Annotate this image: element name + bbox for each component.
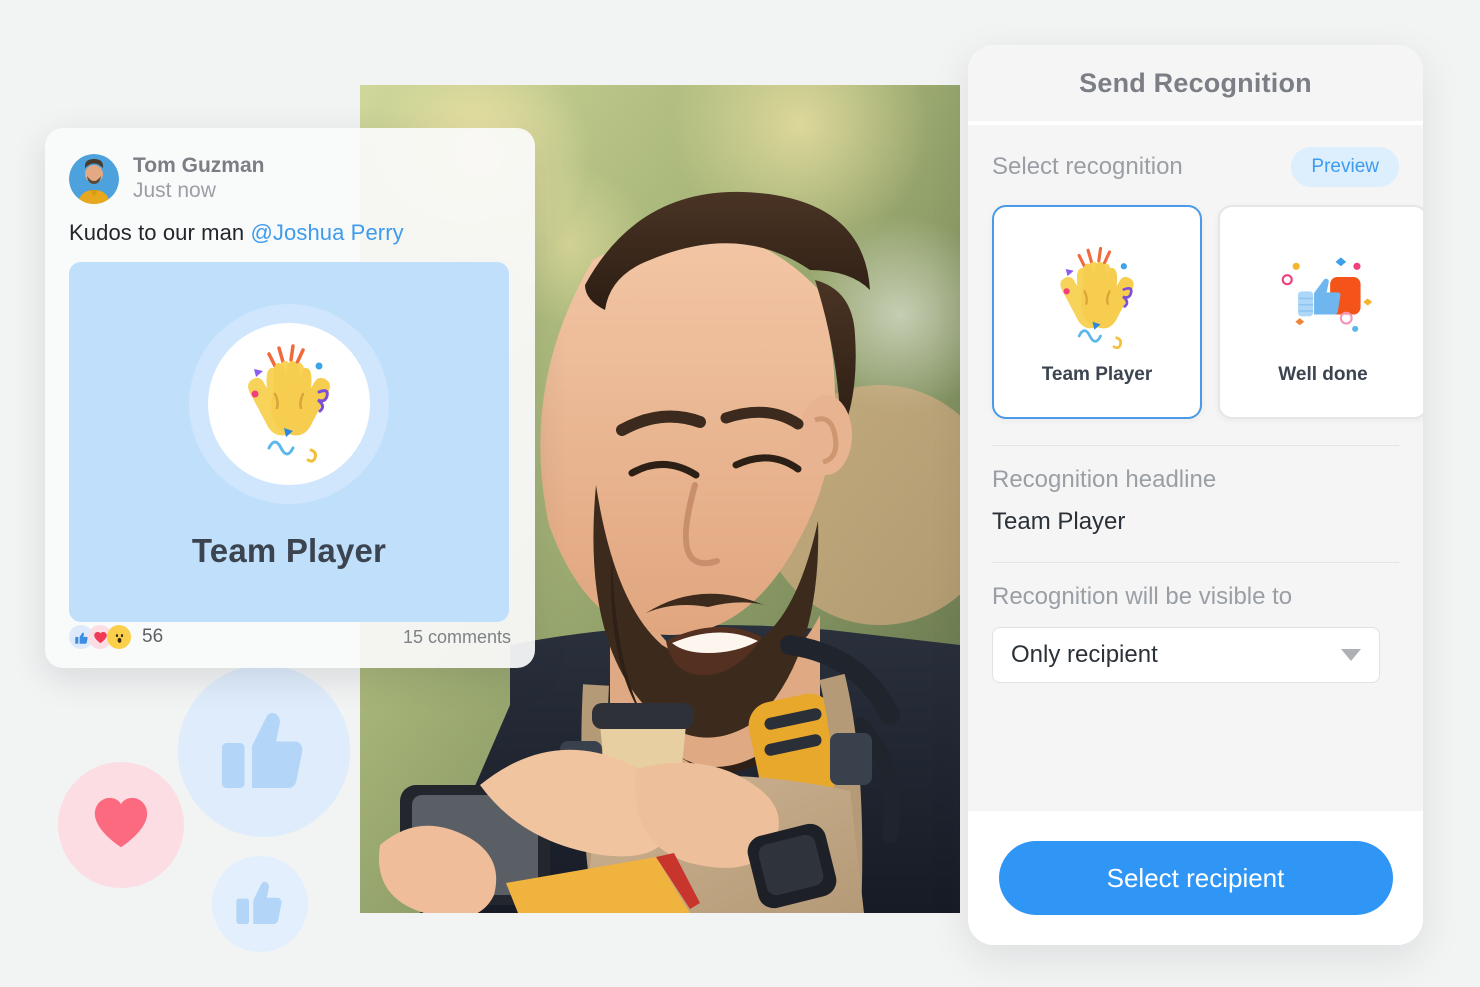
thumbs-up-icon [216, 701, 312, 802]
raising-hands-icon [1038, 239, 1156, 354]
panel-footer: Select recipient [968, 811, 1423, 945]
recognition-card-label: Team Player [1041, 363, 1153, 385]
select-recognition-row: Select recognition Preview [992, 147, 1399, 187]
panel-header: Send Recognition [968, 45, 1423, 121]
chevron-down-icon [1341, 649, 1361, 661]
divider [992, 562, 1399, 563]
page-title: Send Recognition [1079, 67, 1312, 98]
recognition-card-list: Team Player Well done [992, 205, 1423, 419]
post-author-block: Tom Guzman Just now [133, 154, 264, 204]
thumbs-up-confetti-icon [1264, 239, 1382, 354]
badge-ring [189, 304, 389, 505]
post-author-name: Tom Guzman [133, 154, 265, 177]
post-timestamp: Just now [133, 179, 216, 203]
post-header: Tom Guzman Just now [69, 154, 511, 205]
post-mention-link[interactable]: @Joshua Perry [250, 220, 403, 245]
divider [992, 445, 1399, 446]
floating-heart-bubble [58, 762, 184, 888]
post-message: Kudos to our man @Joshua Perry [69, 220, 511, 246]
select-recognition-label: Select recognition [992, 153, 1183, 180]
badge-disc [208, 323, 370, 486]
recognition-card-team-player[interactable]: Team Player [992, 205, 1202, 419]
recognition-headline-value[interactable]: Team Player [992, 508, 1399, 536]
recognition-headline-label: Recognition headline [992, 466, 1217, 493]
reaction-summary[interactable]: 56 [69, 625, 163, 649]
thumbs-up-icon [233, 875, 287, 934]
comment-count[interactable]: 15 comments [403, 627, 511, 648]
visibility-select[interactable]: Only recipient [992, 627, 1380, 683]
post-badge-card: Team Player [69, 262, 509, 623]
floating-thumbs-up-bubble-small [212, 856, 308, 952]
visibility-selected-value: Only recipient [1011, 641, 1158, 668]
surprised-face-icon [107, 625, 131, 649]
send-recognition-panel: Send Recognition Select recognition Prev… [968, 45, 1423, 945]
avatar [69, 154, 119, 205]
screenshot-root: Tom Guzman Just now Kudos to our man @Jo… [0, 0, 1480, 987]
preview-button[interactable]: Preview [1291, 147, 1399, 187]
heart-icon [90, 792, 152, 859]
floating-thumbs-up-bubble-large [178, 665, 350, 837]
post-footer: 56 15 comments [45, 606, 535, 668]
badge-title: Team Player [191, 532, 387, 570]
panel-body: Select recognition Preview Team Player W… [968, 125, 1423, 811]
recognition-card-well-done[interactable]: Well done [1218, 205, 1423, 419]
recognition-post-card: Tom Guzman Just now Kudos to our man @Jo… [45, 128, 535, 668]
select-recipient-button[interactable]: Select recipient [998, 841, 1393, 915]
reaction-count: 56 [142, 626, 164, 647]
post-message-text: Kudos to our man [69, 220, 251, 246]
recognition-card-label: Well done [1278, 363, 1368, 385]
raising-hands-icon [223, 336, 355, 473]
visibility-label: Recognition will be visible to [992, 583, 1293, 610]
